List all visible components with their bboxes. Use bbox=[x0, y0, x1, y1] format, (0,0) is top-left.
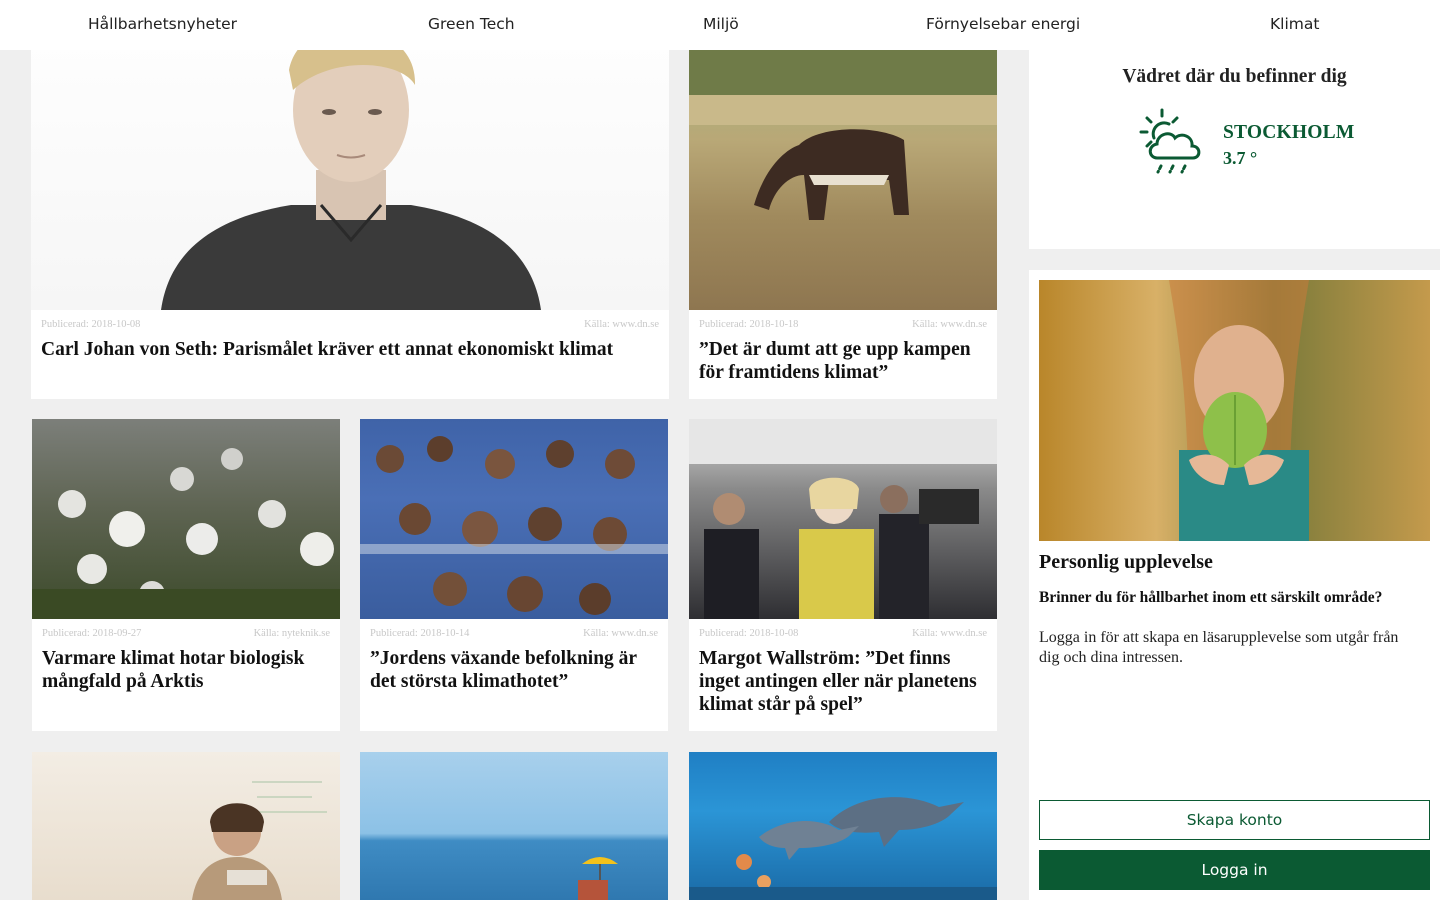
crowd-photo bbox=[360, 436, 668, 615]
nav-item-fornyelsebar-energi[interactable]: Förnyelsebar energi bbox=[926, 15, 1080, 33]
article-card[interactable]: Publicerad: 2018-10-18 Källa: www.dn.se … bbox=[689, 0, 997, 399]
article-source: Källa: www.dn.se bbox=[912, 319, 987, 330]
article-source: Källa: nyteknik.se bbox=[253, 628, 330, 639]
article-title[interactable]: Carl Johan von Seth: Parismålet kräver e… bbox=[41, 338, 661, 361]
article-image[interactable] bbox=[360, 419, 668, 619]
login-button[interactable]: Logga in bbox=[1039, 850, 1430, 890]
article-card[interactable]: Publicerad: 2018-09-27 Källa: nyteknik.s… bbox=[32, 419, 340, 731]
personal-description: Logga in för att skapa en läsarupplevels… bbox=[1039, 629, 1399, 666]
article-card[interactable] bbox=[32, 752, 340, 900]
article-card[interactable]: Publicerad: 2018-10-08 Källa: www.dn.se … bbox=[689, 419, 997, 731]
nav-item-green-tech[interactable]: Green Tech bbox=[428, 15, 515, 33]
weather-widget: Vädret där du befinner dig STOCKHOLM 3.7… bbox=[1029, 50, 1440, 249]
article-title[interactable]: ”Det är dumt att ge upp kampen för framt… bbox=[699, 338, 991, 384]
article-date: Publicerad: 2018-10-18 bbox=[699, 319, 799, 330]
nav-item-klimat[interactable]: Klimat bbox=[1270, 15, 1319, 33]
article-date: Publicerad: 2018-10-14 bbox=[370, 628, 470, 639]
article-title[interactable]: Margot Wallström: ”Det finns inget antin… bbox=[699, 647, 991, 716]
nav-item-miljo[interactable]: Miljö bbox=[703, 15, 739, 33]
personal-experience-panel: Personlig upplevelse Brinner du för håll… bbox=[1029, 270, 1440, 900]
woman-with-leaf-photo bbox=[1169, 280, 1309, 541]
weather-temperature: 3.7 ° bbox=[1223, 148, 1258, 168]
article-card[interactable]: Publicerad: 2018-10-14 Källa: www.dn.se … bbox=[360, 419, 668, 731]
article-card[interactable] bbox=[360, 752, 668, 900]
article-card[interactable]: Publicerad: 2018-10-08 Källa: www.dn.se … bbox=[31, 0, 669, 399]
article-title[interactable]: ”Jordens växande befolkning är det störs… bbox=[370, 647, 662, 693]
article-title[interactable]: Varmare klimat hotar biologisk mångfald … bbox=[42, 647, 334, 693]
article-image[interactable] bbox=[689, 419, 997, 619]
article-date: Publicerad: 2018-09-27 bbox=[42, 628, 142, 639]
article-image[interactable] bbox=[32, 752, 340, 900]
personal-subtitle: Brinner du för hållbarhet inom ett särsk… bbox=[1039, 589, 1383, 606]
article-image[interactable] bbox=[360, 752, 668, 900]
press-photo bbox=[689, 419, 997, 619]
article-image[interactable] bbox=[32, 419, 340, 619]
article-card[interactable] bbox=[689, 752, 997, 900]
article-image[interactable] bbox=[689, 752, 997, 900]
nav-item-hallbarhetsnyheter[interactable]: Hållbarhetsnyheter bbox=[88, 15, 237, 33]
sea-photo bbox=[578, 857, 618, 900]
weather-city: STOCKHOLM bbox=[1223, 122, 1355, 143]
cloud-sun-rain-icon bbox=[1139, 108, 1201, 174]
article-source: Källa: www.dn.se bbox=[912, 628, 987, 639]
leaf-photo bbox=[1039, 280, 1430, 541]
top-nav: Hållbarhetsnyheter Green Tech Miljö Förn… bbox=[0, 0, 1440, 50]
cotton-grass-photo bbox=[32, 448, 340, 619]
article-date: Publicerad: 2018-10-08 bbox=[699, 628, 799, 639]
create-account-button[interactable]: Skapa konto bbox=[1039, 800, 1430, 840]
personal-title: Personlig upplevelse bbox=[1039, 551, 1213, 573]
dolphin-illustration bbox=[689, 797, 997, 900]
article-source: Källa: www.dn.se bbox=[583, 628, 658, 639]
article-source: Källa: www.dn.se bbox=[584, 319, 659, 330]
article-date: Publicerad: 2018-10-08 bbox=[41, 319, 141, 330]
whiteboard-photo bbox=[192, 781, 327, 900]
weather-title: Vädret där du befinner dig bbox=[1122, 66, 1347, 87]
